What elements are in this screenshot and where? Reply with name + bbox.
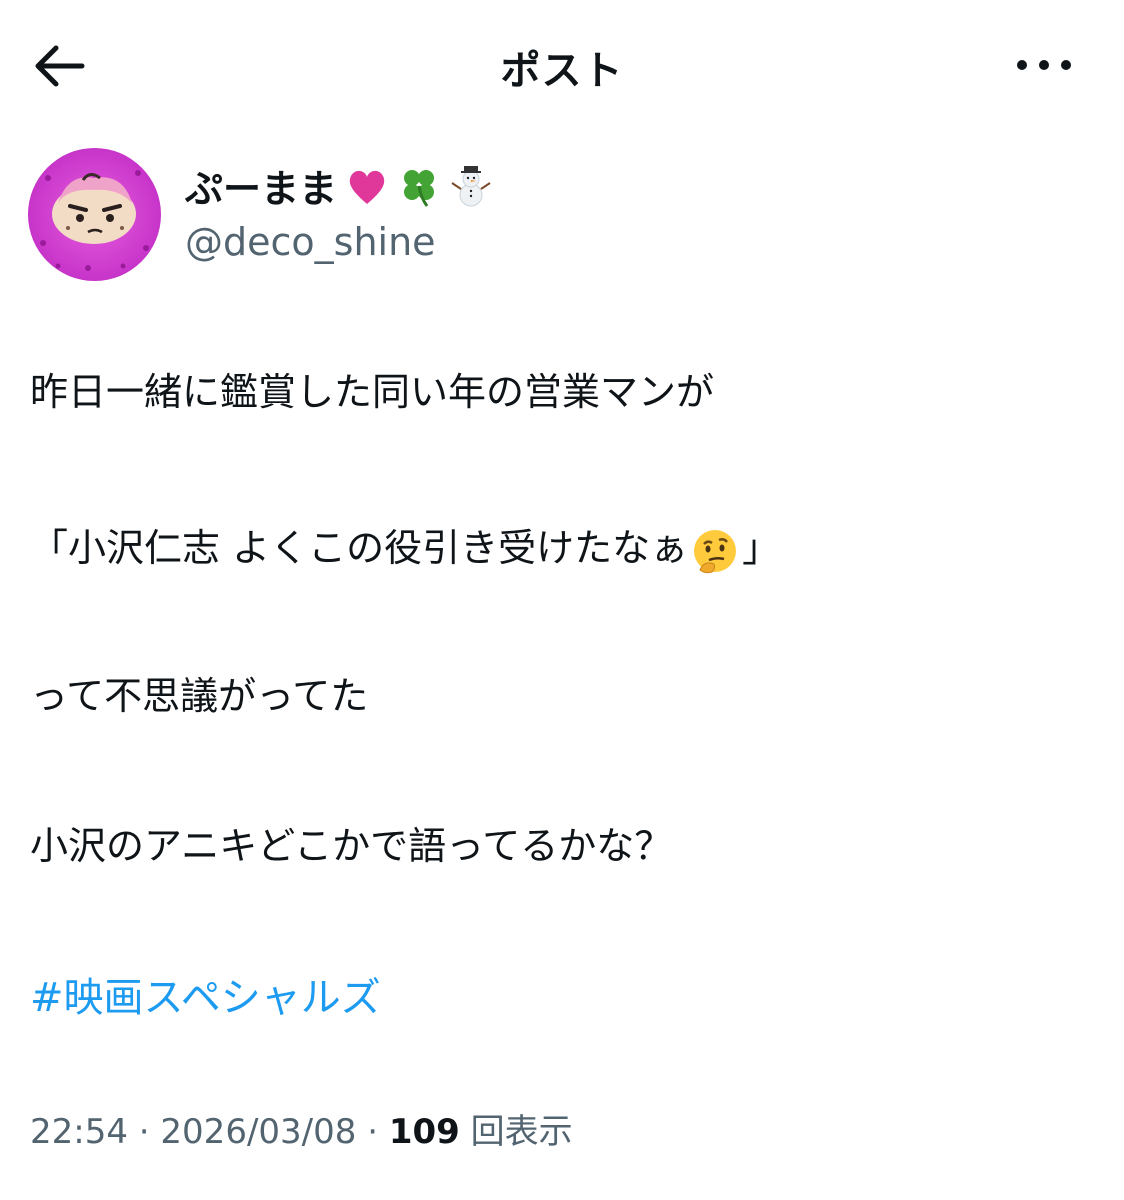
tweet-text-segment: 「小沢仁志 よくこの役引き受けたなぁ — [30, 526, 689, 570]
snowman-icon — [449, 164, 493, 208]
four-leaf-clover-icon — [397, 164, 441, 208]
tweet-text-line: って不思議がってた — [30, 674, 369, 718]
tweet-text-line: 小沢のアニキどこかで語ってるかな？ — [30, 824, 673, 868]
top-nav-bar: ポスト — [0, 0, 1124, 130]
pink-heart-icon — [345, 164, 389, 208]
meta-separator: · — [138, 1112, 150, 1152]
avatar-image — [28, 148, 161, 281]
more-options-button[interactable] — [1012, 50, 1076, 80]
author-name[interactable]: ぷーまま — [185, 158, 493, 213]
more-horizontal-icon — [1017, 60, 1071, 70]
meta-separator: · — [367, 1112, 379, 1152]
avatar[interactable] — [28, 148, 161, 281]
page-title: ポスト — [500, 48, 624, 94]
author-display-name: ぷーまま — [185, 167, 338, 211]
tweet-meta: 22:54 · 2026/03/08 · 109 回表示 — [30, 1110, 573, 1154]
hashtag-link[interactable]: #映画スペシャルズ — [30, 974, 381, 1022]
views-count: 109 — [388, 1112, 460, 1152]
views-label: 回表示 — [470, 1112, 573, 1152]
author-handle[interactable]: @deco_shine — [185, 220, 436, 264]
tweet-text-segment: 」 — [742, 526, 781, 570]
tweet-date[interactable]: 2026/03/08 — [160, 1112, 356, 1152]
tweet-time[interactable]: 22:54 — [30, 1112, 128, 1152]
tweet-text-line: 「小沢仁志 よくこの役引き受けたなぁ 」 — [30, 524, 780, 576]
tweet-text-line: 昨日一緒に鑑賞した同い年の営業マンが — [30, 370, 715, 414]
thinking-face-icon — [690, 526, 740, 576]
